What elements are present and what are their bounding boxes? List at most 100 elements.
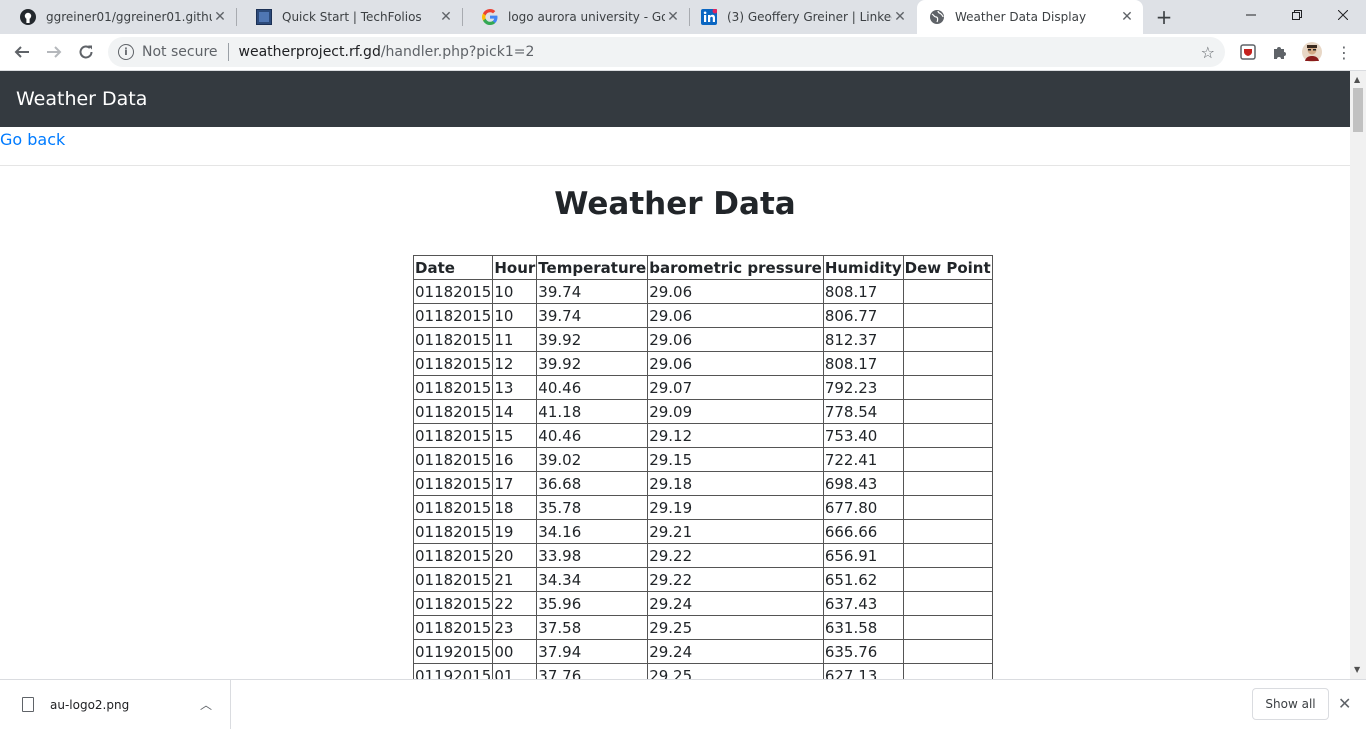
tab-github[interactable]: ggreiner01/ggreiner01.github.io ✕: [0, 0, 236, 34]
address-divider: [227, 43, 229, 61]
table-cell: 39.92: [536, 327, 649, 352]
table-cell: 792.23: [822, 375, 904, 400]
techfolios-icon: [256, 9, 272, 25]
close-window-button[interactable]: [1320, 0, 1366, 30]
close-icon[interactable]: ✕: [1338, 694, 1351, 713]
page-scrollbar[interactable]: ▲ ▼: [1350, 71, 1366, 679]
minimize-button[interactable]: [1228, 0, 1274, 30]
table-row: 01182015 12 39.92 29.06 808.17: [412, 351, 993, 376]
url-path: /handler.php?pick1=2: [380, 44, 535, 60]
table-cell: 15: [492, 423, 538, 448]
arrow-left-icon: [14, 46, 29, 58]
table-cell: 01182015: [412, 615, 494, 640]
table-cell: 19: [492, 519, 538, 544]
table-cell: [902, 375, 993, 400]
table-cell: 808.17: [822, 351, 904, 376]
browser-toolbar: i Not secure weatherproject.rf.gd/handle…: [0, 34, 1366, 71]
close-icon[interactable]: ✕: [212, 9, 228, 25]
table-cell: 14: [492, 399, 538, 424]
site-navbar: Weather Data: [0, 71, 1350, 127]
restore-button[interactable]: [1274, 0, 1320, 30]
table-cell: 33.98: [536, 543, 649, 568]
close-icon[interactable]: ✕: [1119, 9, 1135, 25]
tab-title: ggreiner01/ggreiner01.github.io: [46, 10, 212, 24]
table-cell: 39.02: [536, 447, 649, 472]
navbar-brand[interactable]: Weather Data: [16, 88, 147, 110]
arrow-right-icon: [47, 46, 62, 58]
table-cell: 37.76: [536, 663, 649, 679]
table-row: 01182015 15 40.46 29.12 753.40: [412, 423, 993, 448]
table-cell: [902, 447, 993, 472]
download-bar: au-logo2.png ︿ Show all ✕: [0, 679, 1366, 729]
table-cell: 722.41: [822, 447, 904, 472]
table-cell: 11: [492, 327, 538, 352]
table-cell: 34.16: [536, 519, 649, 544]
chevron-up-icon[interactable]: ︿: [200, 696, 212, 713]
table-cell: 29.12: [647, 423, 824, 448]
github-icon: [20, 9, 36, 25]
download-item[interactable]: au-logo2.png ︿: [0, 680, 231, 729]
new-tab-button[interactable]: +: [1152, 5, 1176, 29]
google-icon: [482, 9, 498, 25]
forward-button[interactable]: [40, 38, 68, 66]
table-cell: 29.06: [647, 303, 824, 328]
table-cell: 01182015: [412, 423, 494, 448]
table-cell: [902, 615, 993, 640]
tab-title: logo aurora university - Google: [508, 10, 665, 24]
table-cell: [902, 543, 993, 568]
extensions-puzzle-icon[interactable]: [1270, 42, 1290, 62]
reload-icon: [79, 45, 93, 59]
table-cell: 01192015: [412, 663, 494, 679]
table-row: 01182015 21 34.34 29.22 651.62: [412, 567, 993, 592]
show-all-button[interactable]: Show all: [1252, 688, 1329, 720]
table-cell: [902, 471, 993, 496]
table-cell: 753.40: [822, 423, 904, 448]
tab-techfolios[interactable]: Quick Start | TechFolios ✕: [236, 0, 462, 34]
profile-avatar[interactable]: [1302, 42, 1322, 62]
scroll-up-icon[interactable]: ▲: [1354, 75, 1362, 84]
extension-shield-icon[interactable]: [1238, 42, 1258, 62]
security-status: Not secure: [142, 44, 218, 60]
table-cell: 13: [492, 375, 538, 400]
table-cell: 01182015: [412, 351, 494, 376]
column-header: Hour: [492, 255, 538, 280]
back-button[interactable]: [8, 38, 36, 66]
more-menu-icon[interactable]: ⋮: [1334, 42, 1354, 62]
table-row: 01182015 19 34.16 29.21 666.66: [412, 519, 993, 544]
table-cell: 01182015: [412, 399, 494, 424]
address-bar[interactable]: i Not secure weatherproject.rf.gd/handle…: [108, 37, 1225, 67]
tab-weather-data-display[interactable]: Weather Data Display ✕: [917, 0, 1143, 34]
scroll-down-icon[interactable]: ▼: [1354, 665, 1362, 674]
tab-title: Quick Start | TechFolios: [282, 10, 422, 24]
tab-title: (3) Geoffery Greiner | LinkedIn: [727, 10, 892, 24]
table-cell: [902, 663, 993, 679]
table-cell: 29.18: [647, 471, 824, 496]
table-cell: 01192015: [412, 639, 494, 664]
bookmark-star-icon[interactable]: ☆: [1201, 43, 1215, 62]
table-row: 01192015 01 37.76 29.25 627.13: [412, 663, 993, 679]
scrollbar-thumb[interactable]: [1353, 88, 1363, 132]
table-cell: 35.78: [536, 495, 649, 520]
globe-icon: [929, 9, 945, 25]
tab-linkedin[interactable]: (3) Geoffery Greiner | LinkedIn ✕: [689, 0, 916, 34]
table-cell: 808.17: [822, 279, 904, 304]
table-cell: 806.77: [822, 303, 904, 328]
close-icon[interactable]: ✕: [665, 9, 681, 25]
close-icon[interactable]: ✕: [892, 9, 908, 25]
table-cell: [902, 303, 993, 328]
restore-icon: [1292, 10, 1302, 20]
table-cell: 10: [492, 279, 538, 304]
close-icon[interactable]: ✕: [438, 9, 454, 25]
table-cell: 29.25: [647, 615, 824, 640]
table-cell: 23: [492, 615, 538, 640]
table-cell: 39.74: [536, 303, 649, 328]
table-cell: 677.80: [822, 495, 904, 520]
go-back-link[interactable]: Go back: [0, 130, 1350, 166]
tab-google-search[interactable]: logo aurora university - Google ✕: [462, 0, 689, 34]
info-icon[interactable]: i: [118, 44, 134, 60]
reload-button[interactable]: [72, 38, 100, 66]
page-viewport: Weather Data Go back Weather Data Date Ho…: [0, 71, 1350, 679]
table-body: 01182015 10 39.74 29.06 808.17 01182015 10 39.7…: [412, 279, 993, 679]
table-cell: 631.58: [822, 615, 904, 640]
table-row: 01182015 16 39.02 29.15 722.41: [412, 447, 993, 472]
